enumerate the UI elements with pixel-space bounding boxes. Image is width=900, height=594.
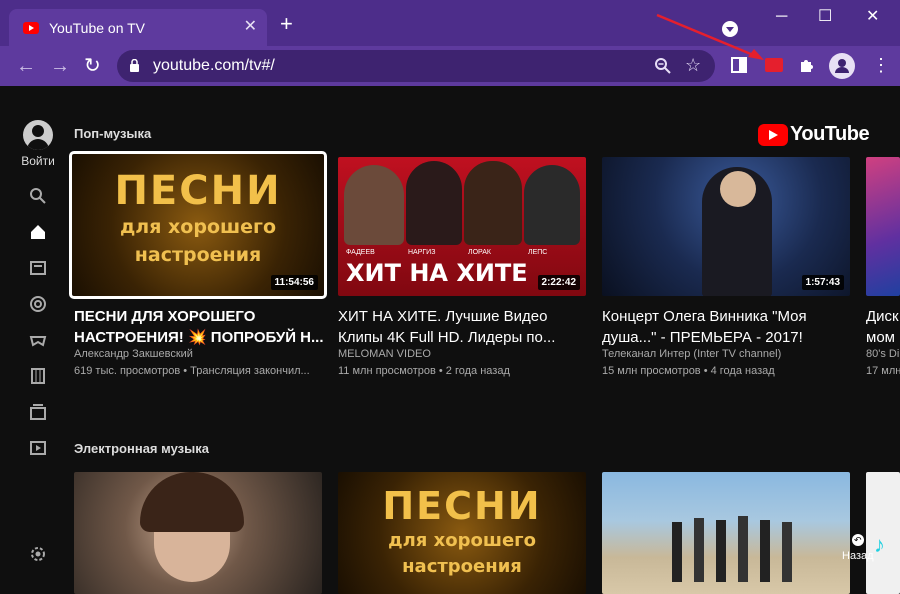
thumbnail-face <box>720 171 756 207</box>
thumbnail-text: ПЕСНИ <box>114 168 282 214</box>
thumbnail-name: ЛЕПС <box>528 249 548 256</box>
youtube-logo: YouTube <box>758 123 870 146</box>
url-text[interactable]: youtube.com/tv#/ <box>153 57 275 75</box>
profile-icon <box>835 59 849 73</box>
bookmark-star-icon[interactable]: ☆ <box>685 55 701 76</box>
thumbnail-text: настроения <box>134 244 262 266</box>
home-icon[interactable] <box>28 222 48 242</box>
thumbnail-person <box>760 520 770 582</box>
thumbnail-person <box>738 516 748 582</box>
zoom-icon[interactable] <box>654 57 672 75</box>
tiktok-logo-icon: ♪ <box>874 532 885 557</box>
tab-close-icon[interactable]: ✕ <box>244 18 257 36</box>
back-button[interactable]: ↶ Назад <box>842 534 874 562</box>
video-thumbnail[interactable] <box>74 472 322 594</box>
video-thumbnail[interactable]: 1:57:43 <box>602 157 850 296</box>
music-icon[interactable] <box>28 294 48 314</box>
thumbnail-text: ПЕСНИ <box>382 484 542 528</box>
extensions-puzzle-icon[interactable] <box>797 56 817 76</box>
thumbnail-name: НАРГИЗ <box>408 249 436 256</box>
video-duration: 11:54:56 <box>270 275 318 290</box>
video-meta: 619 тыс. просмотров • Трансляция закончи… <box>74 365 310 377</box>
video-title[interactable]: ХИТ НА ХИТЕ. Лучшие Видео Клипы 4K Full … <box>338 306 588 348</box>
video-title[interactable]: Концерт Олега Винника "Моя душа..." - ПР… <box>602 306 852 348</box>
video-meta: 11 млн просмотров • 2 года назад <box>338 365 510 377</box>
thumbnail-text: для хорошего <box>119 216 277 238</box>
thumbnail-name: ЛОРАК <box>468 249 491 256</box>
thumbnail-person <box>406 161 462 245</box>
tab-title: YouTube on TV <box>49 19 146 36</box>
news-icon[interactable] <box>28 402 48 422</box>
account-avatar-icon[interactable] <box>23 120 53 150</box>
settings-icon[interactable] <box>28 544 48 564</box>
reload-icon[interactable]: ↻ <box>84 55 101 77</box>
thumbnail-person <box>524 165 580 245</box>
video-thumbnail[interactable] <box>866 157 900 296</box>
video-thumbnail[interactable] <box>602 472 850 594</box>
tab-search-icon[interactable] <box>722 21 738 37</box>
close-window-button[interactable]: ✕ <box>866 8 879 26</box>
profile-avatar-button[interactable] <box>829 53 855 79</box>
thumbnail-person <box>782 522 792 582</box>
section-title-pop: Поп-музыка <box>74 126 152 141</box>
browser-titlebar: YouTube on TV ✕ + ─ ☐ ✕ <box>0 0 900 46</box>
search-icon[interactable] <box>28 186 48 206</box>
youtube-play-icon <box>758 123 788 146</box>
minimize-button[interactable]: ─ <box>776 8 787 26</box>
video-channel: MELOMAN VIDEO <box>338 348 431 360</box>
video-channel: Телеканал Интер (Inter TV channel) <box>602 348 782 360</box>
back-icon[interactable]: ← <box>16 55 36 77</box>
youtube-favicon-icon <box>23 21 39 34</box>
video-title[interactable]: ПЕСНИ ДЛЯ ХОРОШЕГО НАСТРОЕНИЯ! 💥 ПОПРОБУ… <box>74 306 324 348</box>
video-thumbnail[interactable]: ФАДЕЕВ НАРГИЗ ЛОРАК ЛЕПС ХИТ НА ХИТЕ 2:2… <box>338 157 586 296</box>
forward-icon[interactable]: → <box>50 55 70 77</box>
browser-tab[interactable]: YouTube on TV ✕ <box>9 9 267 46</box>
new-tab-button[interactable]: + <box>280 13 293 35</box>
address-bar[interactable]: youtube.com/tv#/ ☆ <box>117 50 715 82</box>
video-meta: 15 млн просмотров • 4 года назад <box>602 365 775 377</box>
thumbnail-name: ФАДЕЕВ <box>346 249 375 256</box>
lock-icon[interactable] <box>129 59 140 72</box>
side-panel-icon[interactable] <box>730 56 748 74</box>
youtube-wordmark: YouTube <box>790 123 870 145</box>
back-label: Назад <box>842 550 874 562</box>
thumbnail-person <box>672 522 682 582</box>
thumbnail-person <box>694 518 704 582</box>
browser-menu-icon[interactable]: ⋮ <box>872 56 890 74</box>
video-duration: 1:57:43 <box>801 275 844 290</box>
thumbnail-text: для хорошего <box>388 530 536 551</box>
thumbnail-person <box>464 161 522 245</box>
maximize-button[interactable]: ☐ <box>818 8 832 26</box>
login-label[interactable]: Войти <box>0 154 76 168</box>
movies-icon[interactable] <box>28 366 48 386</box>
video-duration: 2:22:42 <box>537 275 580 290</box>
video-thumbnail[interactable]: ПЕСНИ для хорошего настроения <box>338 472 586 594</box>
section-title-electronic: Электронная музыка <box>74 441 209 456</box>
thumbnail-hair <box>140 472 244 532</box>
back-arrow-icon: ↶ <box>851 534 864 546</box>
youtube-extension-icon[interactable] <box>765 58 783 72</box>
video-title[interactable]: Диск мом <box>866 306 900 348</box>
thumbnail-person <box>716 520 726 582</box>
library-icon[interactable] <box>28 438 48 458</box>
thumbnail-text: настроения <box>402 556 522 577</box>
sidebar: Войти <box>0 86 72 594</box>
video-thumbnail[interactable]: ♪ <box>866 472 900 594</box>
video-meta: 17 млн <box>866 365 900 377</box>
thumbnail-person <box>344 165 404 245</box>
video-channel: Александр Закшевский <box>74 348 193 360</box>
video-thumbnail[interactable]: ПЕСНИ для хорошего настроения 11:54:56 <box>69 151 327 299</box>
youtube-tv-page: Войти Поп-музыка YouTube ПЕСНИ для хорош… <box>0 86 900 594</box>
subscriptions-icon[interactable] <box>28 258 48 278</box>
video-channel: 80's Di <box>866 348 900 360</box>
gaming-icon[interactable] <box>28 330 48 350</box>
